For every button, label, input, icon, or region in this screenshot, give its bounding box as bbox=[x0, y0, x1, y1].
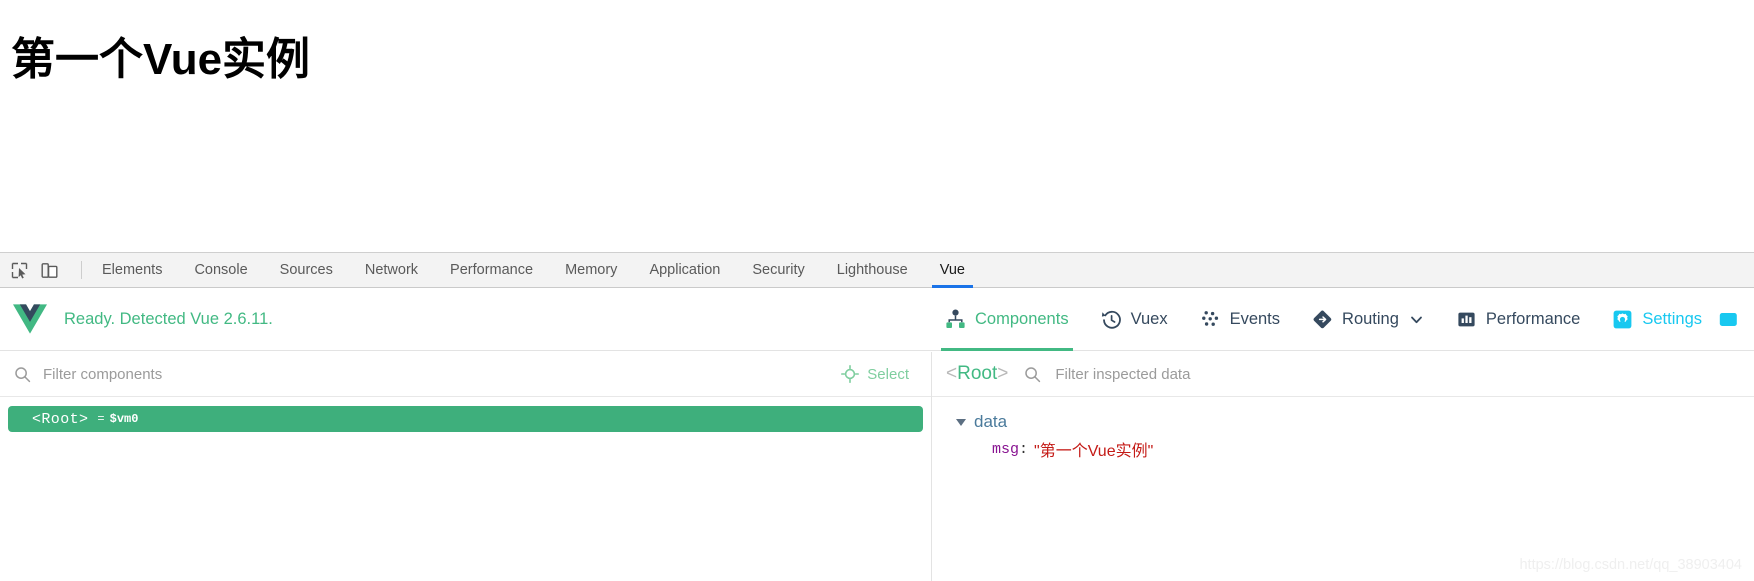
chevron-down-icon[interactable] bbox=[1409, 312, 1424, 327]
component-label: Root bbox=[957, 363, 998, 384]
inspector-pane: <Root> data msg:"第一个Vue实例" ht bbox=[932, 352, 1754, 581]
filter-components-input[interactable] bbox=[43, 365, 842, 383]
crosshair-target-icon bbox=[841, 365, 860, 383]
data-separator: : bbox=[1019, 440, 1029, 458]
inspect-element-icon[interactable] bbox=[9, 260, 29, 280]
component-instance-ref: $vm0 bbox=[109, 412, 139, 426]
component-name: <Root> bbox=[32, 410, 89, 428]
data-row-msg[interactable]: msg: "第一个Vue实例" bbox=[932, 435, 1754, 463]
events-dots-icon bbox=[1200, 309, 1221, 330]
component-tree-list: <Root> = $vm0 bbox=[0, 397, 931, 432]
data-key: msg bbox=[992, 440, 1020, 458]
vue-nav-settings-label: Settings bbox=[1642, 309, 1702, 328]
device-toolbar-icon[interactable] bbox=[39, 260, 59, 280]
components-filter-bar: Select bbox=[0, 352, 931, 397]
vue-status-text: Ready. Detected Vue 2.6.11. bbox=[64, 309, 273, 328]
vue-devtools-nav: Components Vuex Events Routing Performan… bbox=[929, 288, 1754, 351]
devtools-tab-console[interactable]: Console bbox=[178, 252, 263, 288]
devtools-tab-sources[interactable]: Sources bbox=[264, 252, 349, 288]
vue-nav-routing-label: Routing bbox=[1342, 309, 1399, 328]
devtools-tab-application[interactable]: Application bbox=[633, 252, 736, 288]
routing-diamond-icon bbox=[1312, 309, 1333, 330]
vue-nav-vuex-label: Vuex bbox=[1130, 309, 1168, 328]
vuex-history-clock-icon bbox=[1101, 309, 1122, 330]
vue-nav-performance[interactable]: Performance bbox=[1440, 288, 1596, 351]
vue-nav-components-label: Components bbox=[975, 309, 1069, 328]
components-pane: Select <Root> = $vm0 bbox=[0, 352, 931, 581]
performance-bars-icon bbox=[1456, 309, 1477, 330]
inspected-component-name: <Root> bbox=[946, 363, 1008, 385]
triangle-down-icon bbox=[956, 418, 966, 426]
inspected-data-tree: data msg: "第一个Vue实例" bbox=[932, 397, 1754, 463]
devtools-tab-strip: Elements Console Sources Network Perform… bbox=[0, 252, 1754, 288]
vue-logo-icon bbox=[0, 304, 60, 334]
select-button-label: Select bbox=[867, 365, 909, 383]
devtools-tool-icons bbox=[0, 260, 86, 280]
data-group-label: data bbox=[974, 412, 1008, 431]
components-tree-icon bbox=[945, 309, 966, 330]
screenshot-root: 第一个Vue实例 Elements Console Sources Networ… bbox=[0, 0, 1754, 581]
devtools-tabs: Elements Console Sources Network Perform… bbox=[86, 252, 981, 288]
vue-nav-components[interactable]: Components bbox=[929, 288, 1085, 351]
bracket-open: < bbox=[946, 363, 958, 384]
vue-nav-vuex[interactable]: Vuex bbox=[1085, 288, 1184, 351]
vue-nav-performance-label: Performance bbox=[1485, 309, 1581, 328]
toolbar-divider bbox=[81, 261, 82, 279]
vue-devtools-header: Ready. Detected Vue 2.6.11. Components V… bbox=[0, 288, 1754, 351]
browser-page-viewport: 第一个Vue实例 bbox=[0, 0, 1754, 252]
vue-nav-events[interactable]: Events bbox=[1184, 288, 1296, 351]
settings-overflow-icon[interactable] bbox=[1719, 310, 1738, 329]
vue-nav-routing[interactable]: Routing bbox=[1296, 288, 1440, 351]
vue-nav-settings[interactable]: Settings bbox=[1596, 288, 1754, 351]
data-group-header[interactable]: data bbox=[932, 409, 1754, 435]
vue-devtools-body: Select <Root> = $vm0 <Root> bbox=[0, 352, 1754, 581]
devtools-tab-memory[interactable]: Memory bbox=[549, 252, 633, 288]
watermark-text: https://blog.csdn.net/qq_38903404 bbox=[1519, 557, 1742, 573]
bracket-close: > bbox=[997, 363, 1009, 384]
search-icon bbox=[1024, 366, 1041, 383]
settings-gear-icon bbox=[1612, 309, 1633, 330]
filter-inspected-data-input[interactable] bbox=[1053, 364, 1754, 384]
search-icon bbox=[14, 366, 31, 383]
inspector-header-bar: <Root> bbox=[932, 352, 1754, 397]
devtools-tab-elements[interactable]: Elements bbox=[86, 252, 178, 288]
select-component-button[interactable]: Select bbox=[841, 365, 909, 383]
component-equals: = bbox=[97, 412, 105, 426]
devtools-tab-security[interactable]: Security bbox=[736, 252, 820, 288]
data-value: "第一个Vue实例" bbox=[1034, 443, 1154, 460]
devtools-tab-vue[interactable]: Vue bbox=[924, 252, 981, 288]
devtools-tab-network[interactable]: Network bbox=[349, 252, 434, 288]
vue-nav-events-label: Events bbox=[1229, 309, 1281, 328]
page-title: 第一个Vue实例 bbox=[11, 35, 311, 85]
component-tree-row-root[interactable]: <Root> = $vm0 bbox=[8, 406, 923, 432]
devtools-tab-performance[interactable]: Performance bbox=[434, 252, 549, 288]
devtools-tab-lighthouse[interactable]: Lighthouse bbox=[821, 252, 924, 288]
